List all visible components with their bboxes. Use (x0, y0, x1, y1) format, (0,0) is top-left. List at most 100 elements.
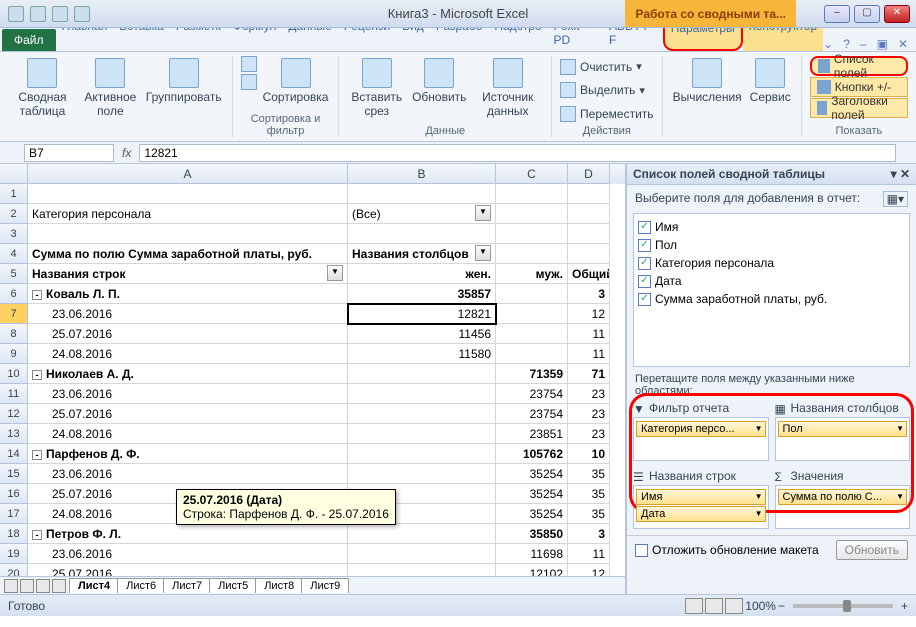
cell[interactable]: Сумма по полю Сумма заработной платы, ру… (28, 244, 348, 264)
row-header[interactable]: 18 (0, 524, 28, 544)
cell[interactable]: (Все)▼ (348, 204, 496, 224)
cell[interactable]: 23.06.2016 (28, 304, 348, 324)
select-button[interactable]: Выделить ▾ (560, 82, 654, 98)
cell[interactable]: 35857 (348, 284, 496, 304)
sheet-tab[interactable]: Лист9 (301, 578, 349, 593)
cell[interactable]: 35 (568, 464, 610, 484)
cell[interactable] (348, 364, 496, 384)
cell[interactable]: 23 (568, 384, 610, 404)
cell[interactable] (348, 384, 496, 404)
row-header[interactable]: 12 (0, 404, 28, 424)
formula-bar[interactable] (139, 144, 896, 162)
zoom-level[interactable]: 100% (745, 599, 776, 613)
cell[interactable]: 71 (568, 364, 610, 384)
cell[interactable]: 35 (568, 484, 610, 504)
expand-collapse-icon[interactable]: - (32, 530, 42, 540)
minimize-button[interactable]: – (824, 5, 850, 23)
cell[interactable] (348, 444, 496, 464)
cell[interactable] (496, 304, 568, 324)
field-item[interactable]: ✓Пол (638, 236, 905, 254)
zoom-in-button[interactable]: + (901, 599, 908, 613)
sort-asc-icon[interactable] (241, 56, 257, 72)
row-header[interactable]: 6 (0, 284, 28, 304)
field-list[interactable]: ✓Имя✓Пол✓Категория персонала✓Дата✓Сумма … (633, 213, 910, 367)
cell[interactable]: 3 (568, 284, 610, 304)
cell[interactable] (28, 224, 348, 244)
expand-collapse-icon[interactable]: - (32, 450, 42, 460)
row-header[interactable]: 19 (0, 544, 28, 564)
col-header[interactable]: A (28, 164, 348, 184)
cell[interactable]: 12 (568, 304, 610, 324)
redo-icon[interactable] (74, 6, 90, 22)
cell[interactable]: 23754 (496, 404, 568, 424)
cell[interactable] (568, 244, 610, 264)
cell[interactable] (348, 424, 496, 444)
cell[interactable] (496, 184, 568, 204)
file-tab[interactable]: Файл (2, 29, 56, 51)
insert-slicer-button[interactable]: Вставить срез (347, 56, 406, 120)
save-icon[interactable] (30, 6, 46, 22)
sort-desc-icon[interactable] (241, 74, 257, 90)
cell[interactable] (568, 184, 610, 204)
row-header[interactable]: 3 (0, 224, 28, 244)
cell[interactable]: жен. (348, 264, 496, 284)
sheet-nav-last[interactable] (52, 579, 66, 593)
sheet-tab[interactable]: Лист7 (163, 578, 211, 593)
cell[interactable]: 25.07.2016 (28, 324, 348, 344)
calculations-button[interactable]: Вычисления (671, 56, 744, 106)
field-item[interactable]: ✓Дата (638, 272, 905, 290)
cell[interactable] (348, 224, 496, 244)
row-header[interactable]: 10 (0, 364, 28, 384)
row-header[interactable]: 2 (0, 204, 28, 224)
field-checkbox[interactable]: ✓ (638, 275, 651, 288)
cell[interactable]: 11698 (496, 544, 568, 564)
normal-view-icon[interactable] (685, 598, 703, 614)
sheet-tab[interactable]: Лист5 (209, 578, 257, 593)
refresh-button[interactable]: Обновить (410, 56, 468, 106)
workbook-minimize-icon[interactable]: – (860, 37, 867, 51)
cell[interactable]: Названия столбцов▼ (348, 244, 496, 264)
page-layout-view-icon[interactable] (705, 598, 723, 614)
area-field-item[interactable]: Сумма по полю С...▼ (778, 489, 908, 505)
values-area[interactable]: Сумма по полю С...▼ (775, 485, 911, 529)
row-header[interactable]: 14 (0, 444, 28, 464)
row-labels-area[interactable]: Имя▼Дата▼ (633, 485, 769, 529)
cell[interactable] (348, 464, 496, 484)
row-header[interactable]: 9 (0, 344, 28, 364)
area-field-item[interactable]: Категория персо...▼ (636, 421, 766, 437)
area-field-item[interactable]: Пол▼ (778, 421, 908, 437)
cell[interactable]: Категория персонала (28, 204, 348, 224)
help-icon[interactable]: ? (843, 37, 850, 51)
row-header[interactable]: 13 (0, 424, 28, 444)
sheet-nav-next[interactable] (36, 579, 50, 593)
filter-dropdown-icon[interactable]: ▼ (475, 205, 491, 221)
cell[interactable]: 11580 (348, 344, 496, 364)
sort-button[interactable]: Сортировка (261, 56, 331, 106)
row-header[interactable]: 16 (0, 484, 28, 504)
layout-options-icon[interactable]: ▦▾ (883, 191, 908, 207)
cell[interactable] (348, 524, 496, 544)
column-labels-area[interactable]: Пол▼ (775, 417, 911, 461)
field-list-options-icon[interactable]: ▾ (891, 167, 897, 181)
area-field-item[interactable]: Имя▼ (636, 489, 766, 505)
cell[interactable]: 35850 (496, 524, 568, 544)
filter-dropdown-icon[interactable]: ▼ (327, 265, 343, 281)
select-all[interactable] (0, 164, 28, 184)
cell[interactable]: 25.07.2016 (28, 404, 348, 424)
pivot-table-button[interactable]: Сводная таблица (8, 56, 77, 120)
field-checkbox[interactable]: ✓ (638, 221, 651, 234)
sheet-tab[interactable]: Лист8 (255, 578, 303, 593)
row-header[interactable]: 7 (0, 304, 28, 324)
cell[interactable]: -Парфенов Д. Ф. (28, 444, 348, 464)
filter-dropdown-icon[interactable]: ▼ (475, 245, 491, 261)
cell[interactable]: 23 (568, 424, 610, 444)
zoom-slider[interactable] (793, 604, 893, 608)
name-box[interactable] (24, 144, 114, 162)
field-list-close-icon[interactable]: ✕ (900, 167, 910, 181)
cell[interactable]: Общий и (568, 264, 610, 284)
fx-icon[interactable]: fx (114, 146, 139, 160)
datasource-button[interactable]: Источник данных (472, 56, 543, 120)
cell[interactable] (496, 224, 568, 244)
close-button[interactable]: ✕ (884, 5, 910, 23)
sheet-tab[interactable]: Лист4 (69, 578, 119, 593)
